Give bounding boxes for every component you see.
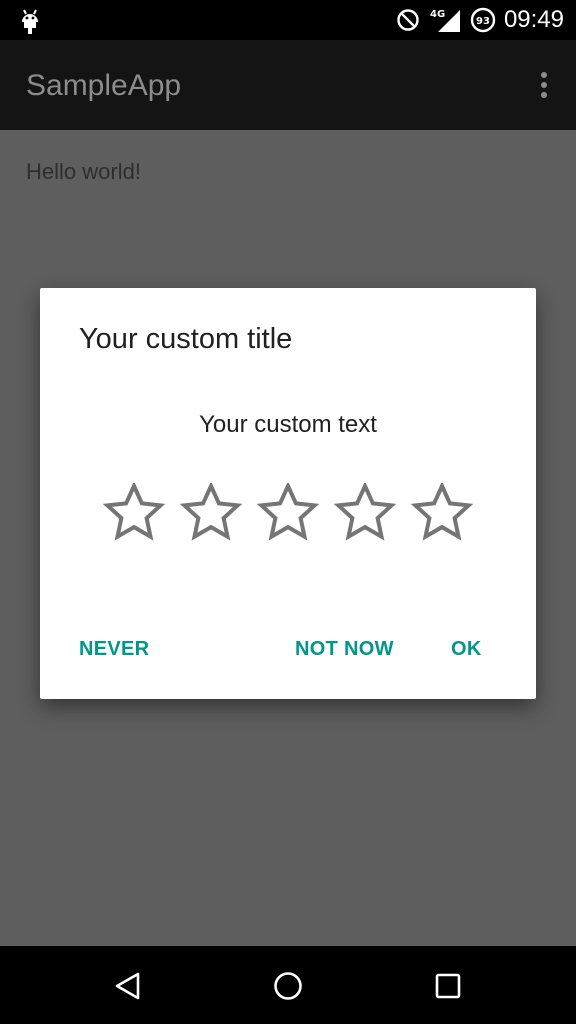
hello-text: Hello world! <box>26 159 141 184</box>
app-bar: SampleApp <box>0 40 576 130</box>
rating-bar[interactable] <box>102 483 474 543</box>
dialog-message: Your custom text <box>199 411 377 438</box>
home-icon[interactable] <box>272 970 304 1002</box>
overflow-menu-icon[interactable] <box>540 71 548 99</box>
app-title: SampleApp <box>26 69 182 102</box>
ok-button[interactable]: OK <box>451 636 482 662</box>
star-icon[interactable] <box>410 483 474 543</box>
not-now-button[interactable]: NOT NOW <box>295 636 394 662</box>
star-icon[interactable] <box>333 483 397 543</box>
star-icon[interactable] <box>179 483 243 543</box>
star-icon[interactable] <box>102 483 166 543</box>
status-bar: 4G 93 09:49 <box>0 0 576 40</box>
rating-dialog: Your custom title Your custom text NEVER… <box>40 288 536 699</box>
recents-icon[interactable] <box>432 970 464 1002</box>
battery-icon: 93 <box>470 7 496 33</box>
navigation-bar <box>0 946 576 1024</box>
do-not-disturb-icon <box>397 9 419 31</box>
back-icon[interactable] <box>112 970 144 1002</box>
signal-icon: 4G <box>430 9 460 32</box>
android-icon <box>22 9 38 34</box>
status-clock: 09:49 <box>503 6 564 33</box>
never-button[interactable]: NEVER <box>79 636 149 662</box>
dialog-title: Your custom title <box>79 323 293 355</box>
network-type-label: 4G <box>430 9 445 20</box>
battery-level: 93 <box>476 16 490 27</box>
star-icon[interactable] <box>256 483 320 543</box>
